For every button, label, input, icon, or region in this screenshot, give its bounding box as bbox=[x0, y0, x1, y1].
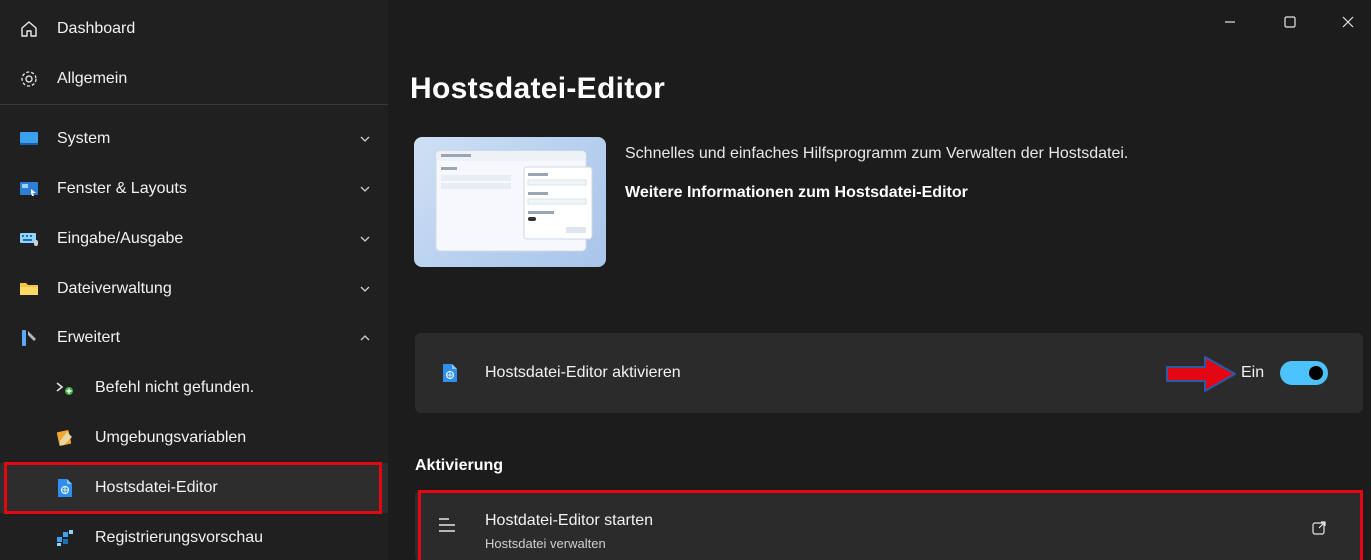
sidebar-item-label: Befehl nicht gefunden. bbox=[95, 379, 255, 396]
section-heading-aktivierung: Aktivierung bbox=[415, 457, 504, 474]
hosts-file-icon bbox=[441, 363, 459, 388]
chevron-down-icon[interactable] bbox=[358, 282, 372, 296]
sidebar-item-system[interactable]: System bbox=[0, 114, 388, 164]
enable-setting-card: Hostsdatei-Editor aktivieren Ein bbox=[415, 333, 1363, 413]
gear-icon bbox=[18, 68, 40, 90]
sidebar-item-dashboard[interactable]: Dashboard bbox=[0, 4, 388, 54]
sidebar-item-befehl-nicht-gefunden[interactable]: Befehl nicht gefunden. bbox=[0, 363, 388, 413]
main-content: Hostsdatei-Editor Schnelles und einfache… bbox=[388, 0, 1371, 560]
toggle-state-label: Ein bbox=[1241, 364, 1265, 381]
chevron-down-icon[interactable] bbox=[358, 132, 372, 146]
sidebar-item-eingabe-ausgabe[interactable]: Eingabe/Ausgabe bbox=[0, 214, 388, 264]
monitor-icon bbox=[18, 128, 40, 150]
red-arrow-annotation bbox=[1165, 355, 1237, 398]
launch-setting-card[interactable]: Hostdatei-Editor starten Hostsdatei verw… bbox=[415, 490, 1363, 560]
sidebar-item-dateiverwaltung[interactable]: Dateiverwaltung bbox=[0, 264, 388, 314]
sidebar-item-fenster-layouts[interactable]: Fenster & Layouts bbox=[0, 164, 388, 214]
hero-image bbox=[414, 137, 606, 267]
registry-icon bbox=[54, 527, 76, 549]
toggle-knob bbox=[1309, 366, 1323, 380]
window-layout-icon bbox=[18, 178, 40, 200]
sidebar-item-erweitert[interactable]: Erweitert bbox=[0, 313, 388, 363]
minimize-icon bbox=[1225, 21, 1235, 23]
enable-toggle-switch[interactable] bbox=[1280, 361, 1328, 385]
sidebar-divider bbox=[0, 104, 388, 105]
close-button[interactable] bbox=[1336, 10, 1360, 34]
sidebar-item-label: Dashboard bbox=[57, 20, 136, 37]
app-description: Schnelles und einfaches Hilfsprogramm zu… bbox=[625, 145, 1129, 162]
home-icon bbox=[18, 18, 40, 40]
sidebar-item-hostsdatei-editor[interactable]: Hostsdatei-Editor bbox=[0, 463, 388, 513]
sidebar-item-label: System bbox=[57, 130, 111, 147]
variables-icon bbox=[54, 427, 76, 449]
keyboard-icon bbox=[18, 228, 40, 250]
minimize-button[interactable] bbox=[1218, 10, 1242, 34]
sidebar-item-label: Registrierungsvorschau bbox=[95, 529, 264, 546]
launch-title: Hostdatei-Editor starten bbox=[485, 512, 654, 529]
page-title: Hostsdatei-Editor bbox=[410, 72, 666, 105]
open-external-icon[interactable] bbox=[1311, 520, 1327, 541]
sidebar-item-label: Hostsdatei-Editor bbox=[95, 479, 218, 496]
sidebar-item-label: Umgebungsvariablen bbox=[95, 429, 247, 446]
sidebar-item-allgemein[interactable]: Allgemein bbox=[0, 54, 388, 104]
sidebar-item-registrierungsvorschau[interactable]: Registrierungsvorschau bbox=[0, 513, 388, 560]
enable-setting-label: Hostsdatei-Editor aktivieren bbox=[485, 364, 681, 381]
chevron-down-icon[interactable] bbox=[358, 182, 372, 196]
sidebar-item-label: Dateiverwaltung bbox=[57, 280, 172, 297]
app-preview-illustration bbox=[435, 150, 593, 252]
maximize-icon bbox=[1284, 16, 1296, 28]
close-icon bbox=[1342, 16, 1354, 28]
more-info-link[interactable]: Weitere Informationen zum Hostsdatei-Edi… bbox=[625, 184, 968, 202]
hosts-file-icon bbox=[54, 477, 76, 499]
sidebar-item-label: Erweitert bbox=[57, 329, 121, 346]
terminal-plus-icon bbox=[54, 377, 76, 399]
tools-icon bbox=[18, 327, 40, 349]
chevron-down-icon[interactable] bbox=[358, 232, 372, 246]
sidebar-item-label: Eingabe/Ausgabe bbox=[57, 230, 184, 247]
sidebar-item-label: Fenster & Layouts bbox=[57, 180, 187, 197]
folder-icon bbox=[18, 278, 40, 300]
maximize-button[interactable] bbox=[1278, 10, 1302, 34]
chevron-up-icon[interactable] bbox=[358, 331, 372, 345]
menu-lines-icon bbox=[437, 516, 457, 539]
sidebar-item-umgebungsvariablen[interactable]: Umgebungsvariablen bbox=[0, 413, 388, 463]
launch-subtitle: Hostsdatei verwalten bbox=[485, 536, 606, 551]
sidebar-item-label: Allgemein bbox=[57, 70, 128, 87]
sidebar-nav: Dashboard Allgemein System Fenster & Lay… bbox=[0, 0, 388, 560]
